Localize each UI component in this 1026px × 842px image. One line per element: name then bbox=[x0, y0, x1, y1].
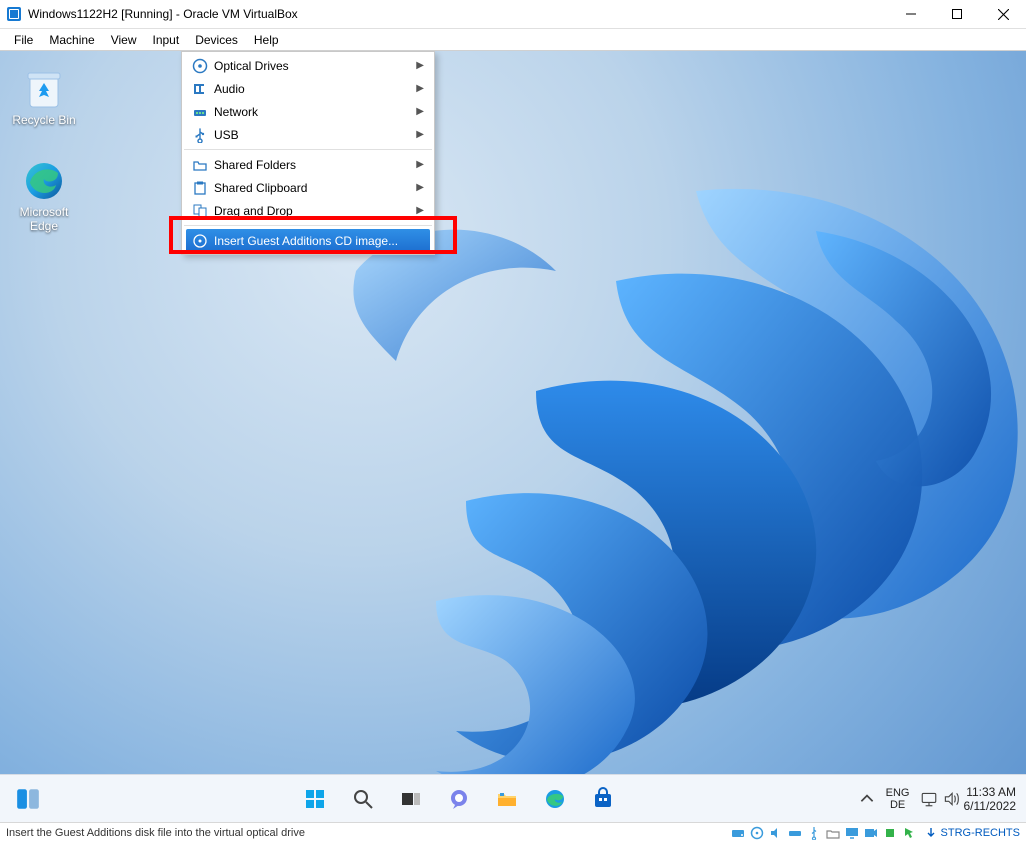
menu-file[interactable]: File bbox=[6, 31, 41, 49]
start-button[interactable] bbox=[295, 779, 335, 819]
submenu-arrow-icon: ▶ bbox=[416, 106, 428, 117]
taskbar: ENG DE 11:33 AM 6/11/2022 bbox=[0, 774, 1026, 822]
menu-help[interactable]: Help bbox=[246, 31, 287, 49]
volume-tray-icon[interactable] bbox=[942, 790, 960, 808]
tray-chevron-icon[interactable] bbox=[858, 790, 876, 808]
vb-sharedfolder-icon[interactable] bbox=[825, 825, 841, 841]
menu-view[interactable]: View bbox=[103, 31, 145, 49]
vb-recording-icon[interactable] bbox=[863, 825, 879, 841]
submenu-arrow-icon: ▶ bbox=[416, 83, 428, 94]
guest-desktop[interactable]: Recycle Bin Microsoft Edge Optical Drive… bbox=[0, 51, 1026, 822]
edge-taskbar-button[interactable] bbox=[535, 779, 575, 819]
audio-icon bbox=[188, 81, 212, 97]
host-key-indicator[interactable]: STRG-RECHTS bbox=[921, 826, 1026, 839]
minimize-button[interactable] bbox=[888, 0, 934, 29]
menu-separator bbox=[184, 149, 432, 150]
store-button[interactable] bbox=[583, 779, 623, 819]
language-indicator[interactable]: ENG DE bbox=[880, 787, 916, 811]
menu-devices[interactable]: Devices bbox=[187, 31, 246, 49]
recycle-bin-icon bbox=[22, 67, 66, 111]
menu-item-audio[interactable]: Audio▶ bbox=[182, 77, 434, 100]
explorer-button[interactable] bbox=[487, 779, 527, 819]
clock[interactable]: 11:33 AM 6/11/2022 bbox=[964, 785, 1017, 813]
submenu-arrow-icon: ▶ bbox=[416, 60, 428, 71]
network-icon bbox=[188, 104, 212, 120]
close-button[interactable] bbox=[980, 0, 1026, 29]
menu-item-shared-clipboard[interactable]: Shared Clipboard▶ bbox=[182, 176, 434, 199]
submenu-arrow-icon: ▶ bbox=[416, 129, 428, 140]
clipboard-icon bbox=[188, 180, 212, 196]
maximize-button[interactable] bbox=[934, 0, 980, 29]
menu-item-insert-guest-additions[interactable]: Insert Guest Additions CD image... bbox=[186, 229, 430, 252]
disc-icon bbox=[188, 58, 212, 74]
taskview-button[interactable] bbox=[391, 779, 431, 819]
menubar: File Machine View Input Devices Help bbox=[0, 29, 1026, 51]
vb-mouse-icon[interactable] bbox=[901, 825, 917, 841]
menu-item-network[interactable]: Network▶ bbox=[182, 100, 434, 123]
statusbar-indicators bbox=[730, 825, 921, 841]
menu-item-usb[interactable]: USB▶ bbox=[182, 123, 434, 146]
search-button[interactable] bbox=[343, 779, 383, 819]
chat-button[interactable] bbox=[439, 779, 479, 819]
submenu-arrow-icon: ▶ bbox=[416, 159, 428, 170]
menu-item-optical-drives[interactable]: Optical Drives▶ bbox=[182, 54, 434, 77]
devices-menu-dropdown: Optical Drives▶ Audio▶ Network▶ USB▶ Sha… bbox=[181, 51, 435, 255]
usb-icon bbox=[188, 127, 212, 143]
submenu-arrow-icon: ▶ bbox=[416, 182, 428, 193]
vb-audio-icon[interactable] bbox=[768, 825, 784, 841]
menu-machine[interactable]: Machine bbox=[41, 31, 102, 49]
titlebar: Windows1122H2 [Running] - Oracle VM Virt… bbox=[0, 0, 1026, 29]
widgets-button[interactable] bbox=[8, 779, 48, 819]
vb-harddisk-icon[interactable] bbox=[730, 825, 746, 841]
edge-icon bbox=[22, 159, 66, 203]
folder-icon bbox=[188, 157, 212, 173]
network-tray-icon[interactable] bbox=[920, 790, 938, 808]
desktop-icon-label: Microsoft Edge bbox=[6, 205, 82, 233]
vb-optical-icon[interactable] bbox=[749, 825, 765, 841]
virtualbox-app-icon bbox=[6, 6, 22, 22]
menu-input[interactable]: Input bbox=[145, 31, 188, 49]
vb-network-icon[interactable] bbox=[787, 825, 803, 841]
window-title: Windows1122H2 [Running] - Oracle VM Virt… bbox=[28, 7, 888, 21]
desktop-icon-recycle-bin[interactable]: Recycle Bin bbox=[6, 67, 82, 127]
dragdrop-icon bbox=[188, 203, 212, 219]
menu-item-drag-and-drop[interactable]: Drag and Drop▶ bbox=[182, 199, 434, 222]
menu-separator bbox=[184, 225, 432, 226]
vb-display-icon[interactable] bbox=[844, 825, 860, 841]
vb-cpu-icon[interactable] bbox=[882, 825, 898, 841]
statusbar-hint: Insert the Guest Additions disk file int… bbox=[0, 827, 730, 839]
virtualbox-statusbar: Insert the Guest Additions disk file int… bbox=[0, 822, 1026, 842]
vb-usb-icon[interactable] bbox=[806, 825, 822, 841]
desktop-icon-label: Recycle Bin bbox=[6, 113, 82, 127]
menu-item-shared-folders[interactable]: Shared Folders▶ bbox=[182, 153, 434, 176]
submenu-arrow-icon: ▶ bbox=[416, 205, 428, 216]
desktop-icon-edge[interactable]: Microsoft Edge bbox=[6, 159, 82, 233]
disc-insert-icon bbox=[188, 233, 212, 249]
